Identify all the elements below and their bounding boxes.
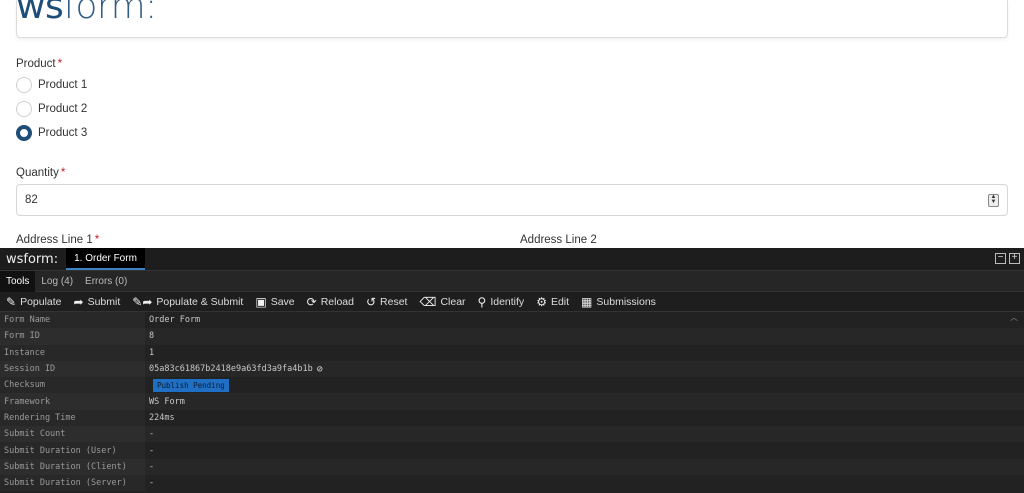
session-id-value: 05a83c61867b2418e9a63fd3a9fa4b1b (149, 364, 313, 375)
table-row: Submit Duration (Client) - (0, 458, 1024, 475)
radio-product-2[interactable]: Product 2 (16, 101, 87, 117)
tab-tools[interactable]: Tools (0, 270, 36, 292)
radio-circle[interactable] (16, 77, 32, 93)
table-row: Checksum Publish Pending (0, 377, 1024, 394)
scroll-up-icon[interactable]: ︿ (1010, 312, 1018, 323)
debug-panel: wsform: 1. Order Form − + Tools Log (4) … (0, 248, 1024, 493)
status-badge: Publish Pending (153, 378, 229, 392)
radio-product-3[interactable]: Product 3 (16, 125, 87, 141)
quantity-value: 82 (25, 194, 38, 206)
minimize-icon[interactable]: − (995, 253, 1006, 264)
reload-button[interactable]: ⟳ Reload (307, 295, 354, 309)
tab-order-form[interactable]: 1. Order Form (66, 248, 145, 270)
radio-circle[interactable] (16, 101, 32, 117)
radio-label: Product 3 (38, 127, 88, 139)
debug-subtabs: Tools Log (4) Errors (0) (0, 270, 1024, 292)
share-arrow-icon: ➦ (73, 294, 84, 309)
brand-logo: wsform: (16, 0, 157, 27)
radio-product-1[interactable]: Product 1 (16, 77, 87, 93)
address1-label: Address Line 1 * (16, 234, 100, 246)
quantity-label: Quantity * (16, 167, 66, 179)
reset-icon: ↺ (365, 294, 377, 309)
tab-errors[interactable]: Errors (0) (79, 271, 133, 292)
product-label: Product * (16, 58, 63, 70)
quantity-stepper[interactable]: ▲ ▼ (988, 194, 999, 207)
edit-share-icon: ✎➦ (132, 294, 153, 309)
table-row: Rendering Time 224ms (0, 409, 1024, 427)
address2-label: Address Line 2 (520, 234, 597, 246)
edit-icon: ✎ (6, 294, 17, 309)
table-row: Submit Count - (0, 426, 1024, 443)
clear-button[interactable]: ⌫ Clear (419, 295, 465, 309)
populate-submit-button[interactable]: ✎➦ Populate & Submit (132, 295, 243, 309)
eraser-icon: ⌫ (419, 294, 437, 309)
table-row: Submit Duration (Server) - (0, 474, 1024, 492)
save-icon: ▣ (255, 294, 267, 309)
tab-log[interactable]: Log (4) (35, 271, 79, 292)
table-row: Instance 1 (0, 344, 1024, 361)
reload-icon: ⟳ (306, 294, 317, 309)
debug-header: wsform: 1. Order Form − + (0, 248, 1024, 271)
search-icon: ⚲ (477, 294, 487, 309)
radio-label: Product 2 (38, 103, 88, 115)
form-area: wsform: Product * Product 1 Product 2 Pro… (0, 0, 1024, 248)
identify-button[interactable]: ⚲ Identify (478, 295, 525, 309)
debug-toolbar: ✎ Populate ➦ Submit ✎➦ Populate & Submit ▣ S… (0, 292, 1024, 312)
edit-button[interactable]: ⚙ Edit (536, 295, 569, 309)
radio-circle-selected[interactable] (16, 125, 32, 141)
reset-button[interactable]: ↺ Reset (366, 295, 408, 309)
radio-label: Product 1 (38, 79, 88, 91)
quantity-input[interactable]: 82 ▲ ▼ (16, 184, 1008, 216)
populate-button[interactable]: ✎ Populate (6, 295, 62, 309)
table-row: Submit Duration (User) - (0, 442, 1024, 459)
submissions-button[interactable]: ▦ Submissions (581, 295, 656, 309)
save-button[interactable]: ▣ Save (255, 295, 294, 309)
top-input-field[interactable] (16, 0, 1008, 38)
table-icon: ▦ (581, 294, 593, 309)
ban-icon[interactable]: ⊘ (317, 364, 323, 375)
gear-icon: ⚙ (536, 294, 547, 309)
table-row: Form Name Order Form (0, 312, 1024, 329)
table-row: Form ID 8 (0, 328, 1024, 345)
debug-brand: wsform: (6, 251, 59, 267)
table-row: Framework WS Form (0, 393, 1024, 410)
table-row: Session ID 05a83c61867b2418e9a63fd3a9fa4b… (0, 360, 1024, 378)
debug-info-table: ︿ Form Name Order Form Form ID 8 Instance 1… (0, 312, 1024, 492)
submit-button[interactable]: ➦ Submit (74, 295, 121, 309)
maximize-icon[interactable]: + (1009, 253, 1020, 264)
